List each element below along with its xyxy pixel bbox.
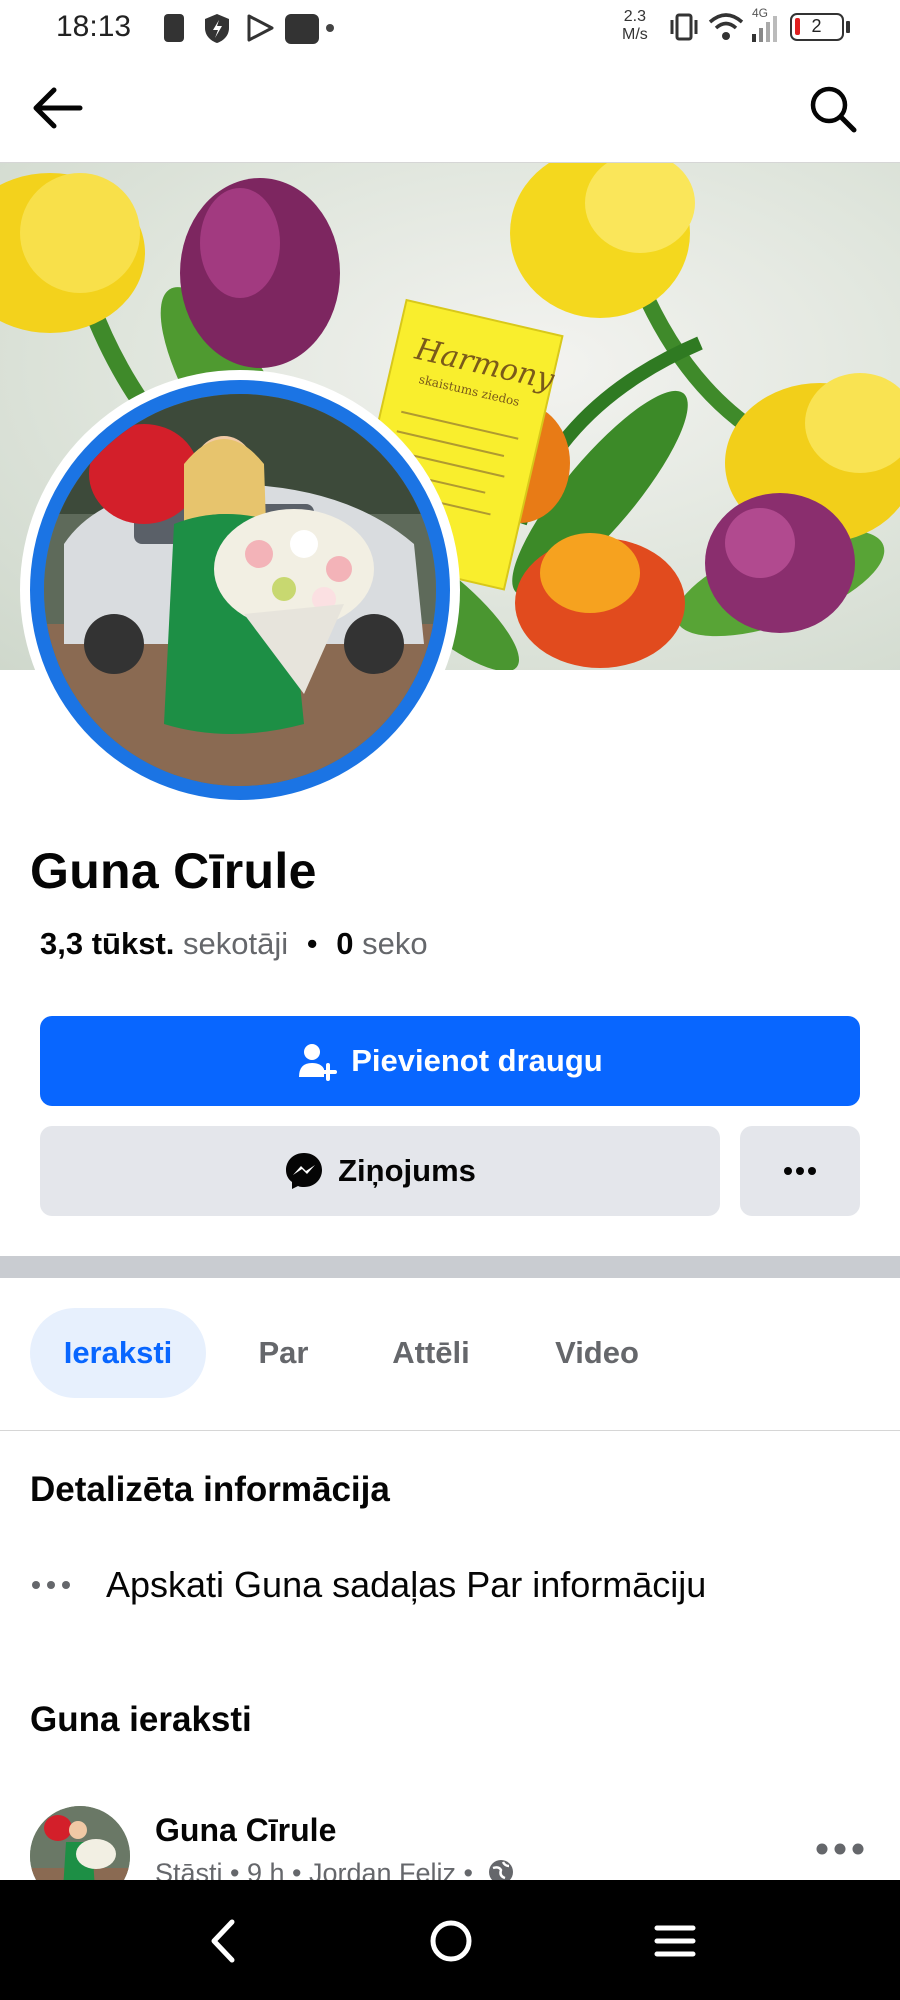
play-store-icon (247, 14, 274, 42)
app-bar (0, 56, 900, 163)
message-button[interactable]: Ziņojums (40, 1126, 720, 1216)
nav-menu-icon[interactable] (654, 1924, 696, 1958)
tab-photos[interactable]: Attēli (370, 1308, 492, 1398)
arrow-left-icon[interactable] (30, 80, 86, 136)
post-author-name[interactable]: Guna Cīrule (155, 1812, 336, 1849)
profile-picture[interactable] (44, 394, 436, 786)
following-label[interactable]: seko (362, 926, 427, 961)
more-options-button[interactable] (740, 1126, 860, 1216)
tab-posts[interactable]: Ieraksti (30, 1308, 206, 1398)
battery-icon: 2 (790, 13, 844, 41)
details-item[interactable]: Apskati Guna sadaļas Par informāciju (30, 1560, 706, 1610)
tab-about[interactable]: Par (236, 1308, 331, 1398)
message-label: Ziņojums (338, 1153, 476, 1188)
add-friend-label: Pievienot draugu (351, 1043, 603, 1078)
profile-photo-image (44, 394, 436, 786)
more-notifications-dot (326, 24, 334, 32)
nav-back-icon[interactable] (208, 1918, 238, 1964)
profile-name: Guna Cīrule (30, 843, 317, 899)
details-text: Apskati Guna sadaļas Par informāciju (106, 1564, 707, 1605)
post-more-icon[interactable] (815, 1842, 865, 1856)
posts-title: Guna ieraksti (30, 1700, 252, 1739)
add-friend-button[interactable]: Pievienot draugu (40, 1016, 860, 1106)
network-speed: 2.3 M/s (622, 8, 648, 43)
system-navigation-bar (0, 1880, 900, 2000)
notification-alert-icon (164, 14, 184, 42)
more-horizontal-icon (32, 1581, 70, 1589)
profile-stats: 3,3 tūkst. sekotāji • 0 seko (40, 926, 428, 962)
followers-count[interactable]: 3,3 tūkst. (40, 926, 174, 961)
followers-label[interactable]: sekotāji (183, 926, 288, 961)
search-icon[interactable] (808, 84, 858, 134)
tab-videos[interactable]: Video (530, 1308, 664, 1398)
messenger-icon (286, 1153, 323, 1189)
following-count[interactable]: 0 (336, 926, 353, 961)
app-notification-icon (285, 14, 319, 44)
status-bar: 18:13 2.3 M/s 4G 2 (0, 0, 900, 56)
section-divider (0, 1256, 900, 1278)
profile-tabs: Ieraksti Par Attēli Video (0, 1278, 900, 1431)
signal-icon (752, 16, 777, 42)
more-horizontal-icon (784, 1167, 816, 1175)
stats-separator: • (306, 926, 318, 961)
nav-home-icon[interactable] (428, 1918, 474, 1964)
shield-icon (205, 14, 229, 43)
details-title: Detalizēta informācija (30, 1470, 390, 1509)
wifi-icon (708, 13, 744, 40)
add-person-icon (299, 1044, 338, 1081)
status-time: 18:13 (56, 10, 132, 43)
vibrate-icon (670, 13, 698, 41)
